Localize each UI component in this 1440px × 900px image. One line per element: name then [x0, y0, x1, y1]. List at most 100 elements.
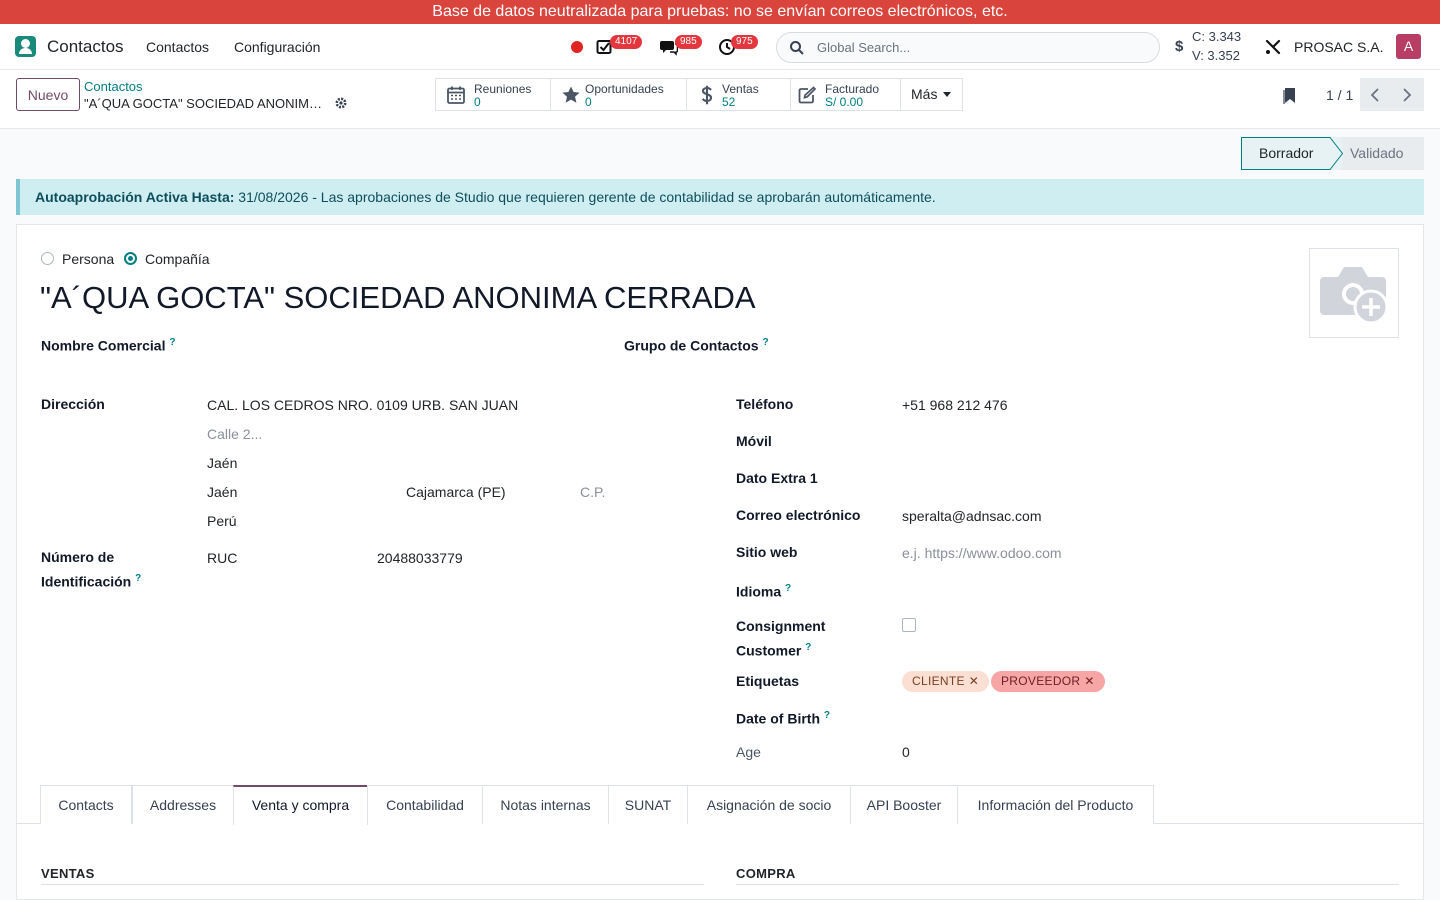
- country-field[interactable]: Perú: [207, 513, 237, 529]
- purchase-section-title: COMPRA: [736, 866, 796, 881]
- more-dropdown[interactable]: Más: [901, 79, 962, 110]
- app-name[interactable]: Contactos: [47, 37, 124, 57]
- tab-contabilidad[interactable]: Contabilidad: [367, 785, 483, 824]
- website-field[interactable]: e.j. https://www.odoo.com: [902, 545, 1062, 561]
- test-database-banner: Base de datos neutralizada para pruebas:…: [0, 0, 1440, 24]
- control-panel: Nuevo Contactos "A´QUA GOCTA" SOCIEDAD A…: [0, 70, 1440, 129]
- exchange-rate-buy: C: 3.343: [1192, 29, 1242, 44]
- extra-data-label: Dato Extra 1: [736, 470, 818, 486]
- pager-previous-button[interactable]: [1360, 78, 1392, 111]
- opportunities-value: 0: [585, 95, 592, 109]
- sales-value: 52: [722, 95, 736, 109]
- tab-api-booster[interactable]: API Booster: [850, 785, 958, 824]
- alert-text: 31/08/2026 - Las aprobaciones de Studio …: [234, 189, 936, 205]
- alert-title: Autoaprobación Activa Hasta:: [35, 189, 235, 205]
- radio-company-label[interactable]: Compañía: [145, 251, 210, 267]
- tab-asignacion-de-socio[interactable]: Asignación de socio: [687, 785, 851, 824]
- dollar-icon: $: [1175, 38, 1184, 55]
- menu-contactos[interactable]: Contactos: [146, 39, 209, 55]
- phone-field[interactable]: +51 968 212 476: [902, 397, 1008, 413]
- zip-field[interactable]: C.P.: [580, 484, 605, 500]
- user-avatar[interactable]: A: [1396, 34, 1421, 59]
- city-field[interactable]: Jaén: [207, 484, 237, 500]
- chevron-left-icon: [1370, 88, 1379, 102]
- smart-buttons: Reuniones 0 Oportunidades 0 Ventas 52 Fa…: [435, 78, 963, 111]
- consignment-customer-checkbox[interactable]: [902, 618, 916, 632]
- pager-value[interactable]: 1 / 1: [1326, 87, 1353, 103]
- debug-tools-icon[interactable]: [1264, 38, 1282, 56]
- identification-type-field[interactable]: RUC: [207, 550, 237, 566]
- tasks-badge: 975: [731, 35, 758, 49]
- identification-label: Número de Identificación ?: [41, 549, 142, 590]
- address-label: Dirección: [41, 396, 105, 412]
- company-switcher[interactable]: PROSAC S.A.: [1294, 39, 1383, 55]
- chevron-right-icon: [1403, 88, 1412, 102]
- identification-number-field[interactable]: 20488033779: [377, 550, 463, 566]
- global-search-box: [776, 32, 1160, 63]
- partner-name-field[interactable]: "A´QUA GOCTA" SOCIEDAD ANONIMA CERRADA: [40, 280, 756, 316]
- star-icon: [562, 86, 580, 103]
- caret-down-icon: [943, 92, 951, 97]
- tab-addresses[interactable]: Addresses: [132, 785, 234, 824]
- top-navbar: Contactos Contactos Configuración 4107 9…: [0, 24, 1440, 70]
- gear-icon[interactable]: [334, 96, 348, 110]
- language-label: Idioma ?: [736, 583, 792, 600]
- radio-person-label[interactable]: Persona: [62, 251, 114, 267]
- new-button[interactable]: Nuevo: [16, 78, 80, 111]
- invoiced-label: Facturado: [825, 82, 880, 96]
- smart-button-invoiced[interactable]: Facturado S/ 0.00: [791, 79, 901, 110]
- tag-cliente[interactable]: CLIENTE ✕: [902, 671, 990, 692]
- search-icon[interactable]: [789, 40, 805, 56]
- tab-sunat[interactable]: SUNAT: [608, 785, 688, 824]
- radio-company[interactable]: [124, 252, 137, 265]
- notebook-tabs: Contacts Addresses Venta y compra Contab…: [16, 785, 1424, 825]
- purchase-section-divider: [736, 884, 1399, 885]
- status-arrow-icon: [1328, 137, 1344, 170]
- tab-notas-internas[interactable]: Notas internas: [482, 785, 609, 824]
- partner-photo-upload[interactable]: [1309, 248, 1399, 338]
- street2-field[interactable]: Calle 2...: [207, 426, 262, 442]
- opportunities-label: Oportunidades: [585, 82, 664, 96]
- district-field[interactable]: Jaén: [207, 455, 237, 471]
- bookmark-icon[interactable]: [1283, 87, 1297, 104]
- sales-section-title: VENTAS: [41, 866, 95, 881]
- age-label: Age: [736, 744, 761, 760]
- radio-person[interactable]: [41, 252, 54, 265]
- sales-section-divider: [41, 884, 704, 885]
- remove-tag-icon[interactable]: ✕: [969, 674, 979, 688]
- pager-next-button[interactable]: [1392, 78, 1424, 111]
- invoiced-value: S/ 0.00: [825, 95, 864, 109]
- state-field[interactable]: Cajamarca (PE): [406, 484, 506, 500]
- contacts-app-icon[interactable]: [15, 36, 36, 57]
- tag-proveedor[interactable]: PROVEEDOR ✕: [991, 671, 1105, 692]
- recording-dot-icon[interactable]: [571, 41, 583, 53]
- global-search-input[interactable]: [817, 33, 1147, 62]
- remove-tag-icon[interactable]: ✕: [1084, 674, 1094, 688]
- smart-button-opportunities[interactable]: Oportunidades 0: [551, 79, 687, 110]
- messages-badge: 985: [675, 35, 702, 49]
- camera-add-icon: [1320, 267, 1389, 325]
- breadcrumb-parent[interactable]: Contactos: [84, 79, 143, 94]
- phone-label: Teléfono: [736, 396, 794, 412]
- street-field[interactable]: CAL. LOS CEDROS NRO. 0109 URB. SAN JUAN: [207, 397, 518, 413]
- status-draft-label: Borrador: [1259, 145, 1314, 161]
- smart-button-sales[interactable]: Ventas 52: [687, 79, 791, 110]
- status-validated[interactable]: Validado: [1341, 137, 1424, 170]
- tab-contacts[interactable]: Contacts: [40, 785, 132, 824]
- email-field[interactable]: speralta@adnsac.com: [902, 508, 1042, 524]
- date-of-birth-label: Date of Birth ?: [736, 710, 830, 727]
- tab-venta-y-compra[interactable]: Venta y compra: [233, 785, 368, 825]
- auto-approval-alert: Autoaprobación Activa Hasta: 31/08/2026 …: [16, 179, 1424, 215]
- status-draft[interactable]: Borrador: [1241, 137, 1341, 170]
- exchange-rate-sell: V: 3.352: [1192, 48, 1240, 63]
- smart-button-meetings[interactable]: Reuniones 0: [436, 79, 551, 110]
- mobile-label: Móvil: [736, 433, 772, 449]
- sales-label: Ventas: [722, 82, 759, 96]
- menu-configuracion[interactable]: Configuración: [234, 39, 320, 55]
- tab-informacion-del-producto[interactable]: Información del Producto: [957, 785, 1154, 824]
- email-label: Correo electrónico: [736, 507, 861, 523]
- meetings-label: Reuniones: [474, 82, 532, 96]
- activities-badge: 4107: [610, 35, 643, 49]
- breadcrumb-current: "A´QUA GOCTA" SOCIEDAD ANONIMA CERRADA: [84, 96, 329, 111]
- meetings-value: 0: [474, 95, 481, 109]
